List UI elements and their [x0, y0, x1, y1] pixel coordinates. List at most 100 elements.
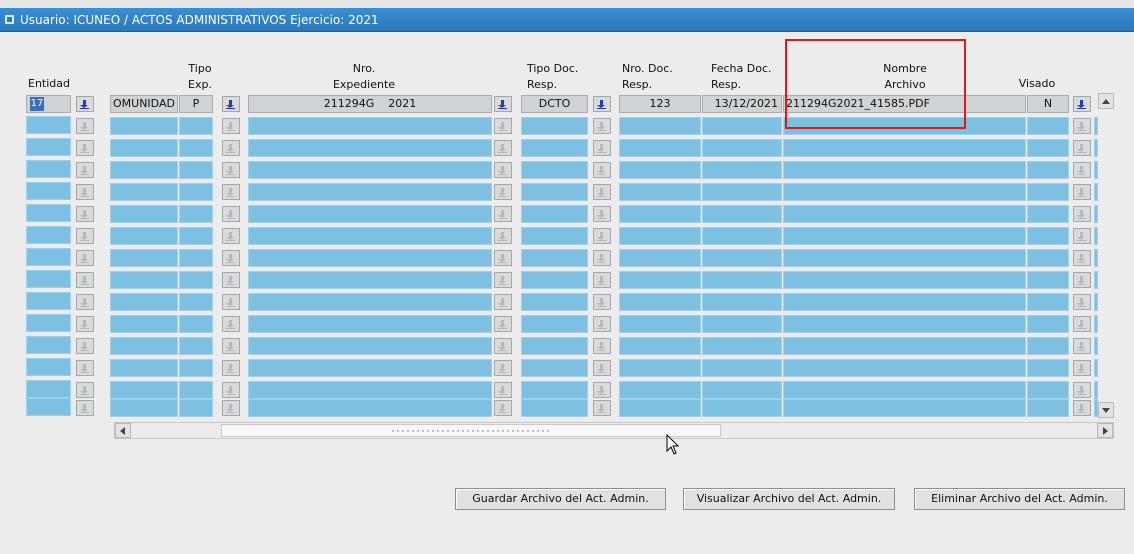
- tipo-doc-field-empty[interactable]: [521, 139, 588, 157]
- nro-doc-field-empty[interactable]: [619, 359, 701, 377]
- entidad-lov-icon[interactable]: [76, 294, 94, 310]
- visado-field-empty[interactable]: [1027, 117, 1069, 135]
- tipo-exp-field-empty[interactable]: [179, 227, 213, 245]
- visado-lov-icon[interactable]: [1073, 118, 1091, 134]
- nro-doc-field-empty[interactable]: [619, 161, 701, 179]
- nombre-archivo-field-empty[interactable]: [783, 227, 1026, 245]
- nombre-archivo-field-empty[interactable]: [783, 293, 1026, 311]
- scroll-down-icon[interactable]: [1098, 402, 1114, 418]
- tipo-exp-field-empty[interactable]: [179, 117, 213, 135]
- visado-field-empty[interactable]: [1027, 205, 1069, 223]
- fecha-doc-field-empty[interactable]: [702, 337, 782, 355]
- visado-field-empty[interactable]: [1027, 399, 1069, 417]
- nro-doc-field-empty[interactable]: [619, 337, 701, 355]
- entidad-lov-icon[interactable]: [76, 316, 94, 332]
- tipo-exp-lov-button[interactable]: [222, 96, 240, 112]
- nro-expediente-field-empty[interactable]: [248, 139, 492, 157]
- nro-doc-field-empty[interactable]: [619, 381, 701, 399]
- nro-expediente-lov-icon[interactable]: [494, 140, 512, 156]
- tipo-doc-lov-icon[interactable]: [593, 206, 611, 222]
- scroll-left-icon[interactable]: [115, 423, 131, 438]
- tipo-exp-lov-icon[interactable]: [222, 206, 240, 222]
- visado-field-empty[interactable]: [1027, 381, 1069, 399]
- nro-expediente-lov-button[interactable]: [494, 96, 512, 112]
- scroll-right-icon[interactable]: [1097, 423, 1113, 438]
- nro-expediente-lov-icon[interactable]: [494, 184, 512, 200]
- nombre-archivo-field-empty[interactable]: [783, 249, 1026, 267]
- nro-doc-field-empty[interactable]: [619, 183, 701, 201]
- comunidad-field-empty[interactable]: [110, 359, 178, 377]
- tipo-doc-field[interactable]: DCTO: [521, 95, 588, 113]
- visado-lov-icon[interactable]: [1073, 228, 1091, 244]
- tipo-exp-lov-icon[interactable]: [222, 184, 240, 200]
- comunidad-field-empty[interactable]: [110, 139, 178, 157]
- nro-expediente-lov-icon[interactable]: [494, 316, 512, 332]
- entidad-lov-icon[interactable]: [76, 206, 94, 222]
- comunidad-field-empty[interactable]: [110, 161, 178, 179]
- tipo-doc-lov-icon[interactable]: [593, 250, 611, 266]
- comunidad-field-empty[interactable]: [110, 315, 178, 333]
- guardar-archivo-button[interactable]: Guardar Archivo del Act. Admin.: [455, 488, 666, 510]
- nro-doc-field-empty[interactable]: [619, 205, 701, 223]
- visado-field-empty[interactable]: [1027, 249, 1069, 267]
- nro-expediente-field-empty[interactable]: [248, 315, 492, 333]
- tipo-doc-field-empty[interactable]: [521, 227, 588, 245]
- nombre-archivo-field-empty[interactable]: [783, 381, 1026, 399]
- fecha-doc-field-empty[interactable]: [702, 139, 782, 157]
- nro-expediente-field-empty[interactable]: [248, 271, 492, 289]
- nro-doc-field-empty[interactable]: [619, 227, 701, 245]
- entidad-field-empty[interactable]: [26, 398, 71, 416]
- fecha-doc-field-empty[interactable]: [702, 249, 782, 267]
- nro-expediente-field-empty[interactable]: [248, 359, 492, 377]
- tipo-exp-field-empty[interactable]: [179, 337, 213, 355]
- nro-expediente-field-empty[interactable]: [248, 293, 492, 311]
- entidad-lov-icon[interactable]: [76, 360, 94, 376]
- nro-expediente-lov-icon[interactable]: [494, 400, 512, 416]
- nombre-archivo-field-empty[interactable]: [783, 183, 1026, 201]
- tipo-doc-field-empty[interactable]: [521, 161, 588, 179]
- tipo-exp-lov-icon[interactable]: [222, 272, 240, 288]
- comunidad-field-empty[interactable]: [110, 205, 178, 223]
- visado-field-empty[interactable]: [1027, 227, 1069, 245]
- tipo-doc-field-empty[interactable]: [521, 399, 588, 417]
- visado-lov-icon[interactable]: [1073, 316, 1091, 332]
- entidad-lov-icon[interactable]: [76, 382, 94, 398]
- tipo-exp-field-empty[interactable]: [179, 381, 213, 399]
- eliminar-archivo-button[interactable]: Eliminar Archivo del Act. Admin.: [914, 488, 1125, 510]
- comunidad-field-empty[interactable]: [110, 117, 178, 135]
- tipo-exp-field-empty[interactable]: [179, 315, 213, 333]
- nombre-archivo-field-empty[interactable]: [783, 399, 1026, 417]
- comunidad-field-empty[interactable]: [110, 227, 178, 245]
- visado-lov-icon[interactable]: [1073, 206, 1091, 222]
- nro-expediente-field-empty[interactable]: [248, 337, 492, 355]
- tipo-exp-field-empty[interactable]: [179, 205, 213, 223]
- entidad-lov-icon[interactable]: [76, 184, 94, 200]
- visado-field-empty[interactable]: [1027, 271, 1069, 289]
- tipo-doc-lov-icon[interactable]: [593, 338, 611, 354]
- tipo-doc-lov-icon[interactable]: [593, 382, 611, 398]
- entidad-field[interactable]: 17: [26, 95, 71, 113]
- comunidad-field-empty[interactable]: [110, 271, 178, 289]
- tipo-doc-lov-button[interactable]: [593, 96, 611, 112]
- entidad-field-empty[interactable]: [26, 226, 71, 244]
- tipo-exp-lov-icon[interactable]: [222, 294, 240, 310]
- fecha-doc-field-empty[interactable]: [702, 359, 782, 377]
- tipo-exp-lov-icon[interactable]: [222, 140, 240, 156]
- tipo-exp-lov-icon[interactable]: [222, 360, 240, 376]
- tipo-doc-lov-icon[interactable]: [593, 272, 611, 288]
- visado-lov-icon[interactable]: [1073, 162, 1091, 178]
- entidad-field-empty[interactable]: [26, 160, 71, 178]
- nro-doc-field[interactable]: 123: [619, 95, 701, 113]
- visado-lov-icon[interactable]: [1073, 294, 1091, 310]
- tipo-exp-lov-icon[interactable]: [222, 338, 240, 354]
- visualizar-archivo-button[interactable]: Visualizar Archivo del Act. Admin.: [683, 488, 895, 510]
- nombre-archivo-field-empty[interactable]: [783, 161, 1026, 179]
- nro-doc-field-empty[interactable]: [619, 139, 701, 157]
- nro-expediente-field-empty[interactable]: [248, 381, 492, 399]
- tipo-doc-lov-icon[interactable]: [593, 360, 611, 376]
- entidad-lov-icon[interactable]: [76, 250, 94, 266]
- tipo-exp-lov-icon[interactable]: [222, 400, 240, 416]
- nro-expediente-lov-icon[interactable]: [494, 294, 512, 310]
- visado-lov-icon[interactable]: [1073, 360, 1091, 376]
- entidad-field-empty[interactable]: [26, 116, 71, 134]
